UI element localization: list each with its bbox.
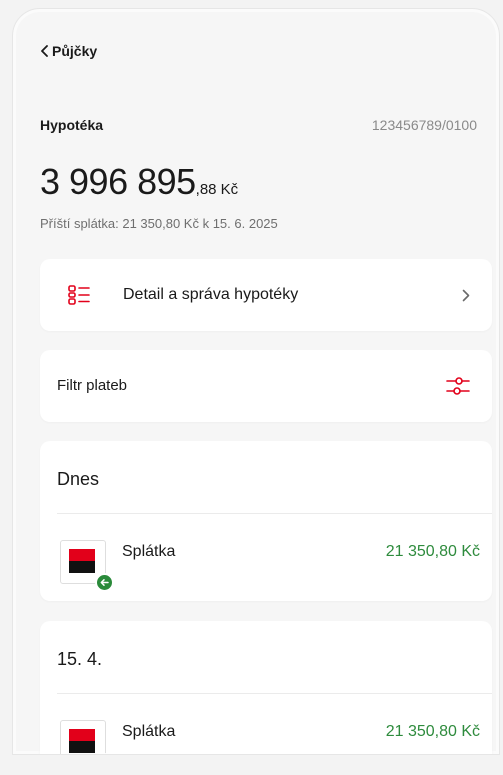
bank-logo — [60, 720, 106, 754]
transaction-amount: 21 350,80 Kč — [385, 543, 480, 560]
mortgage-detail-label: Detail a správa hypotéky — [123, 286, 299, 303]
mortgage-detail-button[interactable]: Detail a správa hypotéky — [40, 259, 492, 331]
transaction-amount: 21 350,80 Kč — [385, 723, 480, 740]
back-button[interactable]: Půjčky — [40, 43, 97, 59]
group-date: Dnes — [57, 469, 100, 489]
list-icon — [68, 285, 90, 305]
transaction-group: 15. 4. Splátka 21 350,80 Kč — [40, 621, 492, 754]
transaction-row[interactable]: Splátka 21 350,80 Kč — [40, 693, 492, 754]
account-number: 123456789/0100 — [371, 117, 477, 133]
back-label: Půjčky — [52, 43, 98, 59]
app-screen: Půjčky Hypotéka 123456789/0100 3 996 895… — [12, 8, 500, 755]
sliders-icon — [446, 377, 470, 395]
transaction-name: Splátka — [122, 543, 176, 560]
chevron-left-icon — [41, 45, 48, 57]
chevron-right-icon — [462, 289, 470, 302]
group-date: 15. 4. — [57, 649, 103, 669]
transaction-row[interactable]: Splátka 21 350,80 Kč — [40, 513, 492, 601]
balance-main: 3 996 895 — [40, 161, 196, 202]
account-name: Hypotéka — [40, 117, 104, 133]
account-header: Hypotéka 123456789/0100 — [40, 117, 477, 133]
payment-filter-button[interactable]: Filtr plateb — [40, 350, 492, 422]
balance-decimal: ,88 Kč — [195, 181, 239, 198]
transaction-name: Splátka — [122, 723, 176, 740]
incoming-arrow-icon — [95, 573, 114, 592]
transaction-group: Dnes Splátka 21 350,80 Kč — [40, 441, 492, 601]
account-balance: 3 996 895,88 Kč — [40, 161, 238, 203]
next-payment-info: Příští splátka: 21 350,80 Kč k 15. 6. 20… — [40, 216, 278, 231]
payment-filter-label: Filtr plateb — [57, 377, 128, 394]
